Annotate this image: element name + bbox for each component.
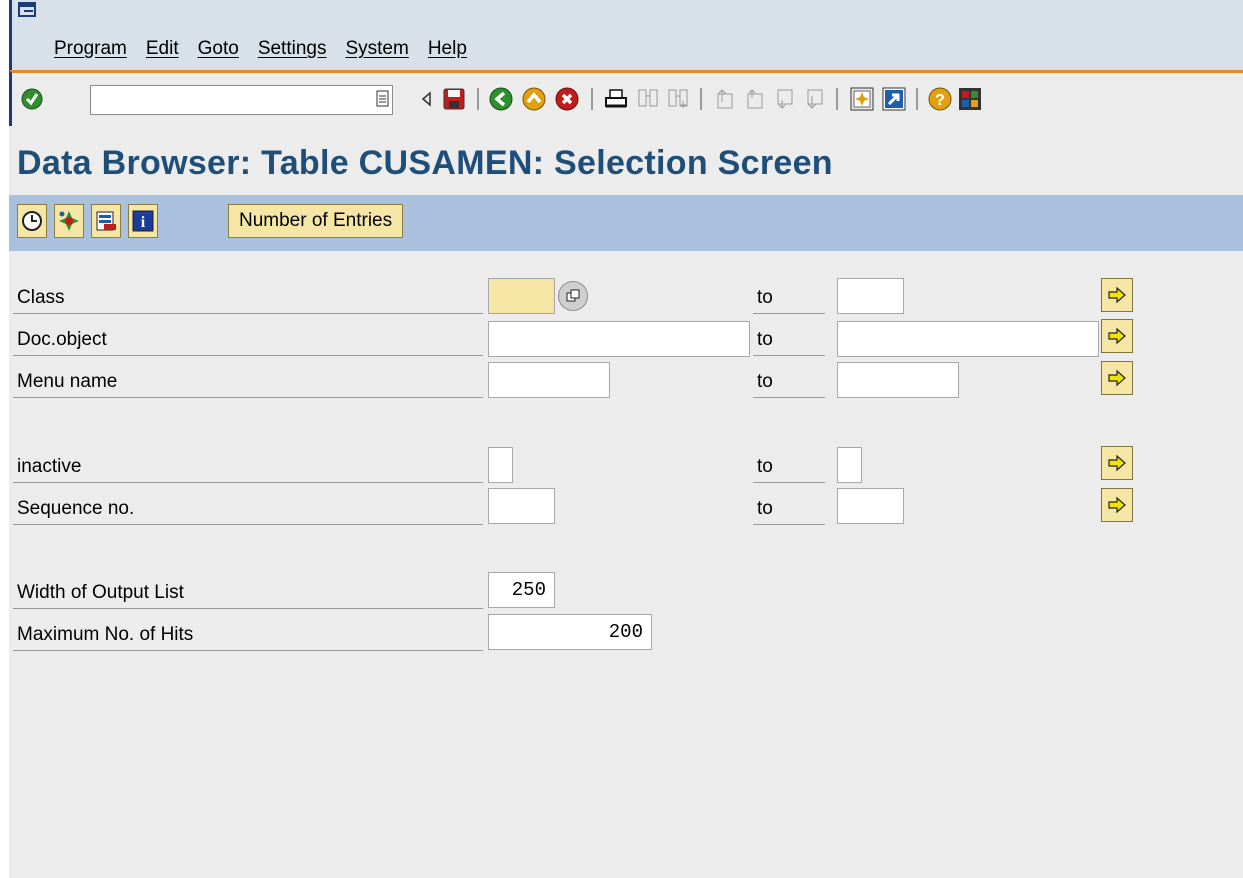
inactive-from-input[interactable]	[488, 447, 513, 483]
menu-system[interactable]: System	[345, 38, 408, 60]
maximum-no-of-hits-input[interactable]	[488, 614, 652, 650]
menu-goto[interactable]: Goto	[198, 38, 239, 60]
width-of-output-list-input[interactable]	[488, 572, 555, 608]
maximum-no-of-hits-label: Maximum No. of Hits	[13, 619, 483, 651]
doc-object-to-input[interactable]	[837, 321, 1099, 357]
doc-object-from-input[interactable]	[488, 321, 750, 357]
inactive-to-input[interactable]	[837, 447, 862, 483]
execute-button[interactable]	[17, 204, 47, 238]
arrow-right-icon	[1108, 454, 1126, 472]
find-icon	[634, 84, 662, 114]
class-label: Class	[13, 282, 483, 314]
create-session-icon[interactable]	[848, 84, 876, 114]
print-icon[interactable]	[602, 84, 630, 114]
arrow-right-icon	[1108, 286, 1126, 304]
field-selection-button[interactable]	[91, 204, 121, 238]
exit-icon[interactable]	[520, 84, 548, 114]
collapse-icon[interactable]	[412, 84, 440, 114]
standard-toolbar: ?	[9, 70, 1243, 126]
menu-program[interactable]: Program	[54, 38, 127, 60]
menu-name-to-input[interactable]	[837, 362, 959, 398]
menu-name-label: Menu name	[13, 366, 483, 398]
sequence-no-more-button[interactable]	[1101, 488, 1133, 522]
arrow-right-icon	[1108, 496, 1126, 514]
arrow-right-icon	[1108, 369, 1126, 387]
help-icon[interactable]: ?	[926, 84, 954, 114]
inactive-label: inactive	[13, 451, 483, 483]
application-toolbar: i Number of Entries	[9, 195, 1243, 251]
multiple-selection-icon[interactable]	[558, 281, 588, 311]
sap-window: Program Edit Goto Settings System Help ?…	[9, 0, 1243, 878]
svg-text:?: ?	[935, 92, 945, 109]
layout-menu-icon[interactable]	[956, 84, 984, 114]
page-title: Data Browser: Table CUSAMEN: Selection S…	[17, 144, 833, 182]
class-to-input[interactable]	[837, 278, 904, 314]
command-field-history-icon[interactable]	[369, 84, 397, 114]
enter-icon[interactable]	[18, 84, 46, 114]
selection-options-icon	[59, 211, 79, 231]
sequence-no-to-label: to	[753, 493, 825, 525]
information-icon: i	[132, 210, 154, 232]
menu-settings[interactable]: Settings	[258, 38, 327, 60]
sequence-no-from-input[interactable]	[488, 488, 555, 524]
svg-text:i: i	[141, 214, 146, 231]
sequence-no-label: Sequence no.	[13, 493, 483, 525]
inactive-more-button[interactable]	[1101, 446, 1133, 480]
arrow-right-icon	[1108, 327, 1126, 345]
doc-object-more-button[interactable]	[1101, 319, 1133, 353]
first-page-icon	[710, 84, 738, 114]
menu-edit[interactable]: Edit	[146, 38, 179, 60]
execute-icon	[22, 211, 42, 231]
back-icon[interactable]	[487, 84, 515, 114]
shortcut-icon[interactable]	[880, 84, 908, 114]
menu-help[interactable]: Help	[428, 38, 467, 60]
inactive-to-label: to	[753, 451, 825, 483]
menu-name-from-input[interactable]	[488, 362, 610, 398]
next-page-icon	[770, 84, 798, 114]
cancel-icon[interactable]	[553, 84, 581, 114]
menu-bar: Program Edit Goto Settings System Help	[9, 0, 1243, 70]
system-menu-icon[interactable]	[18, 2, 38, 18]
selection-options-button[interactable]	[54, 204, 84, 238]
sequence-no-to-input[interactable]	[837, 488, 904, 524]
class-more-button[interactable]	[1101, 278, 1133, 312]
number-of-entries-button[interactable]: Number of Entries	[228, 204, 404, 238]
class-to-label: to	[753, 282, 825, 314]
doc-object-label: Doc.object	[13, 324, 483, 356]
previous-page-icon	[740, 84, 768, 114]
width-of-output-list-label: Width of Output List	[13, 577, 483, 609]
command-field[interactable]	[90, 85, 393, 115]
information-button[interactable]: i	[128, 204, 158, 238]
last-page-icon	[800, 84, 828, 114]
save-icon[interactable]	[440, 84, 468, 114]
doc-object-to-label: to	[753, 324, 825, 356]
field-selection-icon	[96, 211, 116, 231]
find-next-icon	[664, 84, 692, 114]
menu-name-more-button[interactable]	[1101, 361, 1133, 395]
class-from-input[interactable]	[488, 278, 555, 314]
menu-list: Program Edit Goto Settings System Help	[54, 38, 467, 60]
menu-name-to-label: to	[753, 366, 825, 398]
